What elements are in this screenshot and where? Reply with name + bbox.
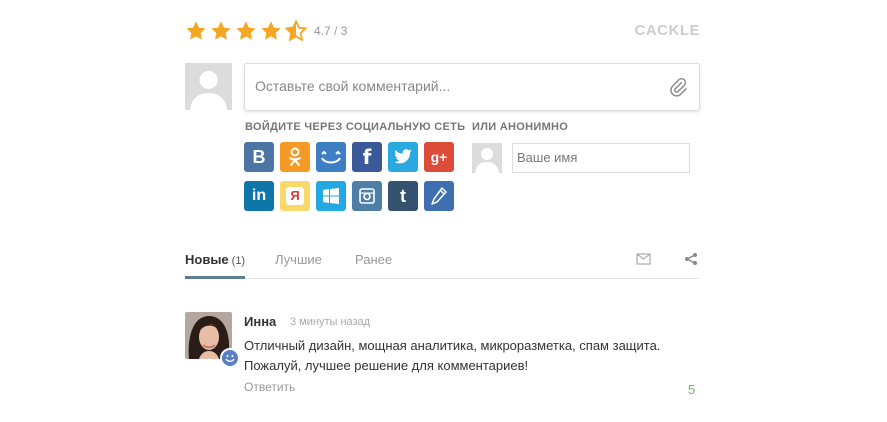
star-icon[interactable] [185,20,207,42]
comment-author[interactable]: Инна [244,314,276,329]
tabs-divider [185,278,700,279]
camera-icon [359,188,375,204]
vote-count[interactable]: 5 [688,382,695,397]
tab-new-count: (1) [231,255,246,267]
comment-input-box[interactable] [244,63,700,111]
windows-live-button[interactable] [316,181,346,211]
attach-icon[interactable] [669,77,687,97]
star-icon[interactable] [210,20,232,42]
active-tab-indicator [185,276,245,279]
mail-icon[interactable] [636,252,652,266]
twitter-button[interactable] [388,142,418,172]
star-half-icon[interactable] [285,20,307,42]
pencil-icon [431,187,447,205]
tab-new-label: Новые [185,252,229,267]
share-icon[interactable] [683,252,699,266]
star-icon[interactable] [260,20,282,42]
rating-value: 4.7 / 3 [314,24,348,38]
yandex-button[interactable]: Я [280,181,310,211]
odnoklassniki-icon [289,147,301,166]
facebook-button[interactable]: f [352,142,382,172]
user-silhouette-icon [190,71,227,110]
odnoklassniki-button[interactable] [280,142,310,172]
avatar-placeholder [185,63,232,110]
google-plus-button[interactable]: g+ [424,142,454,172]
reply-link[interactable]: Ответить [244,380,295,394]
windows-icon [323,188,339,204]
smile-icon [225,355,235,362]
tab-older[interactable]: Ранее [355,252,392,267]
yandex-icon: Я [286,187,304,205]
tab-new[interactable]: Новые (1) [185,252,245,267]
tab-best[interactable]: Лучшие [275,252,322,267]
comment-text-line: Отличный дизайн, мощная аналитика, микро… [244,338,661,353]
mailru-button[interactable] [316,142,346,172]
anonymous-login-label: ИЛИ АНОНИМНО [472,121,569,133]
smile-icon [321,150,341,164]
brand-logo[interactable]: CACKLE [635,22,701,39]
openid-button[interactable] [424,181,454,211]
comment-text: Отличный дизайн, мощная аналитика, микро… [244,336,684,376]
star-icon[interactable] [235,20,257,42]
mailru-provider-badge [220,348,240,368]
social-login-label: ВОЙДИТЕ ЧЕРЕЗ СОЦИАЛЬНУЮ СЕТЬ [245,121,466,133]
twitter-bird-icon [394,149,412,164]
comment-time[interactable]: 3 минуты назад [290,316,370,328]
comment-input[interactable] [245,64,655,108]
rating-stars[interactable] [185,20,307,42]
comment-text-line: Пожалуй, лучшее решение для комментариев… [244,358,529,373]
name-field-wrapper[interactable] [512,143,690,173]
user-silhouette-icon [475,148,499,173]
name-input[interactable] [513,144,685,170]
linkedin-button[interactable]: in [244,181,274,211]
anonymous-avatar [472,143,502,173]
instagram-button[interactable] [352,181,382,211]
tumblr-button[interactable]: t [388,181,418,211]
vk-button[interactable]: B [244,142,274,172]
